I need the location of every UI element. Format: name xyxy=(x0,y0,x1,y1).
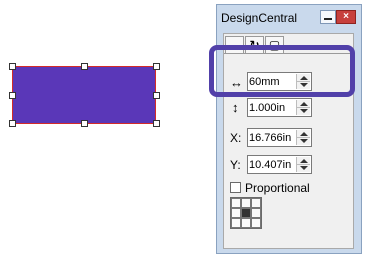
height-spinner[interactable] xyxy=(296,100,310,115)
proportional-checkbox[interactable] xyxy=(230,182,241,193)
x-input[interactable] xyxy=(249,130,295,145)
anchor-top-left[interactable] xyxy=(231,198,241,208)
resize-handle-top-left[interactable] xyxy=(9,63,16,70)
resize-handle-middle-right[interactable] xyxy=(153,92,160,99)
resize-handle-top-right[interactable] xyxy=(153,63,160,70)
resize-handle-middle-left[interactable] xyxy=(9,92,16,99)
x-label: X: xyxy=(230,131,242,145)
height-field[interactable] xyxy=(247,98,312,117)
highlight-annotation xyxy=(209,45,355,97)
anchor-middle-left[interactable] xyxy=(231,208,241,218)
close-icon: × xyxy=(343,11,349,22)
anchor-top-right[interactable] xyxy=(251,198,261,208)
resize-handle-bottom-right[interactable] xyxy=(153,120,160,127)
minimize-button[interactable] xyxy=(320,10,336,24)
screen: DesignCentral × ↔ ↻ ▢ ↔ 60mm ↕ 1.000in X… xyxy=(0,0,365,256)
anchor-bottom-left[interactable] xyxy=(231,218,241,228)
selected-rectangle[interactable] xyxy=(12,66,156,124)
vertical-arrow-icon: ↕ xyxy=(232,100,239,115)
resize-handle-bottom-left[interactable] xyxy=(9,120,16,127)
anchor-point-grid[interactable] xyxy=(230,197,262,229)
y-input[interactable] xyxy=(249,157,295,172)
x-field[interactable] xyxy=(247,128,312,147)
anchor-center[interactable] xyxy=(241,208,251,218)
resize-handle-top-center[interactable] xyxy=(81,63,88,70)
panel-titlebar[interactable]: DesignCentral × xyxy=(217,5,361,29)
anchor-bottom-right[interactable] xyxy=(251,218,261,228)
anchor-top-center[interactable] xyxy=(241,198,251,208)
close-button[interactable]: × xyxy=(336,10,356,24)
design-central-panel: DesignCentral × ↔ ↻ ▢ ↔ 60mm ↕ 1.000in X… xyxy=(216,4,362,254)
height-input[interactable] xyxy=(249,100,295,115)
resize-handle-bottom-center[interactable] xyxy=(81,120,88,127)
y-spinner[interactable] xyxy=(296,157,310,172)
y-field[interactable] xyxy=(247,155,312,174)
proportional-label: Proportional xyxy=(245,181,310,195)
anchor-middle-right[interactable] xyxy=(251,208,261,218)
anchor-bottom-center[interactable] xyxy=(241,218,251,228)
panel-title: DesignCentral xyxy=(221,11,298,25)
y-label: Y: xyxy=(230,158,241,172)
x-spinner[interactable] xyxy=(296,130,310,145)
